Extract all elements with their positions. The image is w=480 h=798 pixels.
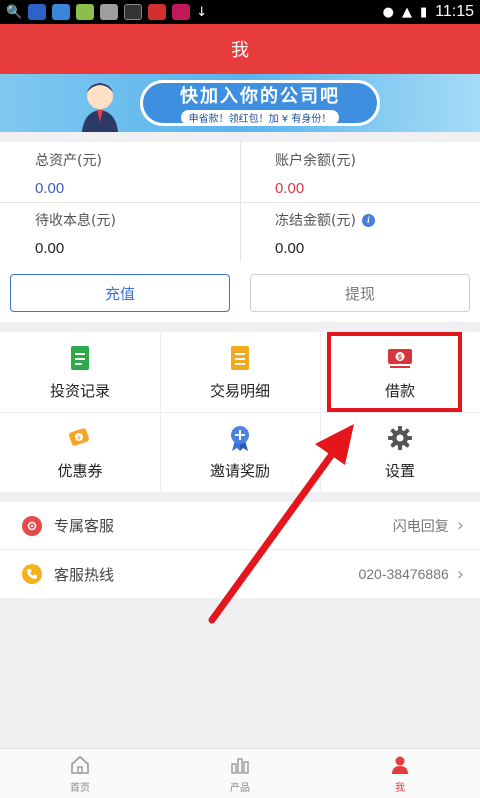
grid-label: 设置 — [384, 461, 415, 480]
pending-cell: 待收本息(元) 0.00 — [0, 202, 240, 262]
mascot-image — [82, 83, 118, 132]
medal-icon — [231, 425, 249, 451]
balance-value: 0.00 — [275, 180, 305, 197]
service-list: 专属客服 闪电回复 › 客服热线 020-38476886 › — [0, 502, 480, 598]
tab-label: 我 — [395, 782, 405, 794]
user-icon — [392, 756, 408, 774]
total-assets-label: 总资产(元) — [35, 153, 102, 169]
banner-subline: 申省款！领红包！加 ¥ 有身份！ — [180, 109, 340, 125]
total-assets-cell: 总资产(元) 0.00 — [0, 142, 240, 202]
pending-value: 0.00 — [35, 240, 65, 257]
frozen-label: 冻结金额(元) — [275, 213, 356, 229]
page-title: 我 — [0, 24, 480, 74]
banner-headline: 快加入你的公司吧 — [180, 85, 340, 107]
list-item-label: 客服热线 — [54, 565, 115, 584]
list-item-right: 闪电回复 › — [393, 515, 464, 536]
assets-panel: 总资产(元) 0.00 账户余额(元) 0.00 待收本息(元) 0.00 冻结… — [0, 142, 480, 262]
document-icon — [71, 345, 89, 370]
coupon-icon: ¥ — [69, 427, 89, 446]
balance-cell: 账户余额(元) 0.00 — [240, 142, 480, 202]
loan-highlight-box — [327, 332, 462, 412]
chevron-right-icon: › — [456, 563, 464, 585]
chevron-right-icon: › — [456, 515, 464, 536]
balance-label: 账户余额(元) — [275, 153, 356, 169]
grid-item-transaction-details[interactable]: 交易明细 — [160, 332, 320, 412]
download-icon: ↓ — [196, 4, 208, 20]
total-assets-value: 0.00 — [35, 180, 65, 197]
grid-label: 交易明细 — [209, 381, 270, 400]
home-icon — [71, 755, 89, 774]
tab-label: 首页 — [70, 782, 90, 794]
promo-banner[interactable]: 快加入你的公司吧 申省款！领红包！加 ¥ 有身份！ — [0, 74, 480, 132]
notification-app-icon — [76, 4, 95, 20]
banner-pill: 快加入你的公司吧 申省款！领红包！加 ¥ 有身份！ — [140, 80, 380, 126]
list-item-value: 闪电回复 — [392, 518, 449, 535]
actions-bar: 充值 提现 — [0, 262, 480, 322]
frozen-label-row: 冻结金额(元) i — [275, 210, 445, 230]
tab-me[interactable]: 我 — [320, 749, 480, 798]
status-time: 11:15 — [435, 3, 474, 20]
grid-label: 优惠券 — [57, 461, 103, 480]
grid-item-settings[interactable]: 设置 — [320, 412, 480, 492]
notification-app-icon — [172, 4, 191, 20]
headset-icon — [22, 515, 42, 536]
list-item-right: 020-38476886 › — [358, 564, 464, 585]
info-icon[interactable]: i — [361, 213, 375, 227]
withdraw-button[interactable]: 提现 — [250, 274, 470, 312]
grid-item-invest-records[interactable]: 投资记录 — [0, 332, 160, 412]
list-item-label: 专属客服 — [54, 517, 115, 535]
tab-products[interactable]: 产品 — [160, 749, 320, 798]
divider — [0, 202, 480, 203]
list-item-hotline[interactable]: 客服热线 020-38476886 › — [0, 550, 480, 598]
grid-item-invite-rewards[interactable]: 邀请奖励 — [160, 412, 320, 492]
frozen-value: 0.00 — [275, 240, 305, 257]
pending-label: 待收本息(元) — [35, 213, 116, 229]
notification-app-icon — [28, 4, 47, 20]
notification-app-icon — [148, 4, 167, 20]
tab-label: 产品 — [230, 782, 250, 794]
battery-icon: ▮ — [419, 4, 428, 20]
notification-app-icon — [100, 4, 119, 20]
frozen-cell: 冻结金额(元) i 0.00 — [240, 202, 480, 262]
headset-glyph — [27, 521, 37, 530]
phone-icon — [22, 564, 42, 584]
tab-home[interactable]: 首页 — [0, 749, 160, 798]
divider — [0, 412, 480, 413]
signal-icon: ▲ — [401, 4, 412, 20]
notification-app-icon — [124, 4, 143, 20]
gear-icon — [388, 425, 412, 450]
bar-chart-icon — [231, 757, 249, 774]
grid-label: 投资记录 — [49, 381, 110, 400]
search-icon: 🔍 — [6, 4, 23, 20]
list-item-exclusive-service[interactable]: 专属客服 闪电回复 › — [0, 502, 480, 550]
bottom-tab-bar: 首页 产品 我 — [0, 748, 480, 798]
status-bar: 🔍 ↓ ● ▲ ▮ 11:15 — [0, 0, 480, 24]
list-item-value: 020-38476886 — [358, 566, 449, 582]
grid-item-coupons[interactable]: ¥ 优惠券 — [0, 412, 160, 492]
phone-glyph — [27, 569, 37, 579]
recharge-button[interactable]: 充值 — [10, 274, 230, 312]
notification-app-icon — [52, 4, 71, 20]
grid-label: 邀请奖励 — [209, 461, 270, 480]
receipt-icon — [231, 345, 249, 370]
wifi-icon: ● — [382, 4, 394, 20]
